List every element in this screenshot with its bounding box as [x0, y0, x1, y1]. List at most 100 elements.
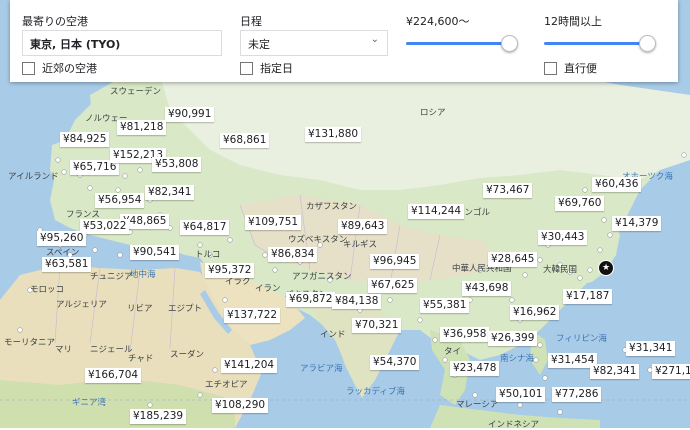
map-place-label: アフガニスタン: [292, 272, 352, 282]
destination-price-tag[interactable]: ¥84,925: [60, 132, 110, 147]
nonstop-label: 直行便: [564, 62, 597, 75]
destination-price-tag[interactable]: ¥82,341: [145, 185, 195, 200]
destination-price-tag[interactable]: ¥64,817: [180, 220, 230, 235]
map-place-label: スーダン: [170, 350, 205, 360]
price-slider[interactable]: [406, 35, 518, 52]
map-place-label: イラン: [255, 284, 281, 294]
map-place-label: チャド: [128, 354, 154, 364]
duration-slider-thumb[interactable]: [639, 35, 656, 52]
map-place-label: チュニジア: [90, 272, 133, 282]
destination-price-tag[interactable]: ¥141,204: [221, 358, 278, 373]
nonstop-option[interactable]: 直行便: [544, 60, 597, 76]
duration-label: 12時間以上: [544, 15, 602, 28]
destination-price-tag[interactable]: ¥53,808: [152, 157, 202, 172]
map-place-label: 大韓民国: [543, 265, 578, 275]
destination-price-tag[interactable]: ¥54,370: [370, 355, 420, 370]
map-place-label: スウェーデン: [110, 87, 162, 97]
destination-price-tag[interactable]: ¥43,698: [462, 281, 512, 296]
destination-price-tag[interactable]: ¥95,260: [37, 231, 87, 246]
destination-price-tag[interactable]: ¥82,341: [590, 364, 640, 379]
map-place-label: ギニア湾: [72, 398, 107, 408]
map-place-label: モロッコ: [30, 285, 65, 295]
nearby-airports-label: 近郊の空港: [42, 62, 97, 75]
destination-price-tag[interactable]: ¥166,704: [85, 368, 142, 383]
destination-price-tag[interactable]: ¥68,861: [220, 133, 270, 148]
map-place-label: インド: [320, 330, 346, 340]
dates-select[interactable]: 未定 ⌄: [240, 30, 388, 56]
destination-price-tag[interactable]: ¥53,022: [80, 219, 130, 234]
map-place-label: アイルランド: [8, 172, 59, 182]
map-place-label: エジプト: [168, 304, 203, 314]
destination-price-tag[interactable]: ¥63,581: [42, 257, 92, 272]
map-place-label: エチオピア: [205, 380, 248, 390]
destination-price-tag[interactable]: ¥31,341: [626, 341, 676, 356]
price-slider-track: [406, 42, 514, 45]
map-place-label: タイ: [444, 347, 462, 357]
dates-label: 日程: [240, 15, 262, 28]
home-airport-marker[interactable]: ★: [598, 260, 614, 276]
destination-price-tag[interactable]: ¥81,218: [117, 120, 167, 135]
map-place-label: ウズベキスタン: [288, 235, 348, 245]
map-place-label: キルギス: [343, 240, 378, 250]
specify-dates-checkbox[interactable]: [240, 61, 253, 75]
destination-price-tag[interactable]: ¥90,991: [165, 107, 215, 122]
map-place-label: フィリピン海: [556, 334, 607, 344]
destination-price-tag[interactable]: ¥16,962: [510, 305, 560, 320]
duration-slider[interactable]: [544, 35, 656, 52]
map-place-label: マリ: [55, 345, 73, 355]
destination-price-tag[interactable]: ¥30,443: [538, 230, 588, 245]
map-place-label: 地中海: [130, 270, 156, 280]
destination-price-tag[interactable]: ¥77,286: [552, 387, 602, 402]
destination-price-tag[interactable]: ¥90,541: [130, 245, 180, 260]
duration-slider-track: [544, 42, 652, 45]
map-place-label: 南シナ海: [500, 354, 535, 364]
destination-price-tag[interactable]: ¥185,239: [130, 409, 187, 424]
destination-price-tag[interactable]: ¥109,751: [245, 215, 302, 230]
map-place-label: ロシア: [420, 108, 446, 118]
price-slider-thumb[interactable]: [501, 35, 518, 52]
map-place-label: アラビア海: [300, 364, 343, 374]
destination-price-tag[interactable]: ¥96,945: [370, 254, 420, 269]
map-place-label: トルコ: [195, 250, 221, 260]
chevron-down-icon: ⌄: [370, 34, 379, 45]
map-place-label: ニジェール: [90, 345, 133, 355]
specify-dates-option[interactable]: 指定日: [240, 60, 293, 76]
destination-price-tag[interactable]: ¥50,101: [496, 387, 546, 402]
destination-price-tag[interactable]: ¥131,880: [305, 127, 362, 142]
map-place-label: リビア: [127, 304, 153, 314]
destination-price-tag[interactable]: ¥84,138: [332, 294, 382, 309]
destination-price-tag[interactable]: ¥36,958: [440, 327, 490, 342]
nearby-airports-checkbox[interactable]: [22, 61, 35, 75]
dates-value: 未定: [248, 38, 270, 51]
destination-price-tag[interactable]: ¥17,187: [563, 289, 613, 304]
destination-price-tag[interactable]: ¥67,625: [368, 278, 418, 293]
destination-price-tag[interactable]: ¥60,436: [592, 177, 642, 192]
destination-price-tag[interactable]: ¥70,321: [352, 318, 402, 333]
map-place-label: カザフスタン: [306, 202, 358, 212]
destination-price-tag[interactable]: ¥14,379: [612, 216, 662, 231]
price-label: ¥224,600〜: [406, 15, 470, 28]
star-icon: ★: [601, 263, 611, 273]
map-place-label: インドネシア: [488, 420, 540, 430]
destination-price-tag[interactable]: ¥95,372: [205, 263, 255, 278]
destination-price-tag[interactable]: ¥26,399: [488, 331, 538, 346]
destination-price-tag[interactable]: ¥89,643: [338, 219, 388, 234]
nonstop-checkbox[interactable]: [544, 61, 557, 75]
destination-price-tag[interactable]: ¥86,834: [268, 247, 318, 262]
destination-price-tag[interactable]: ¥108,290: [212, 398, 269, 413]
destination-price-tag[interactable]: ¥69,872: [286, 292, 336, 307]
map-place-label: アルジェリア: [56, 300, 107, 310]
nearby-airports-option[interactable]: 近郊の空港: [22, 60, 97, 76]
destination-price-tag[interactable]: ¥23,478: [450, 361, 500, 376]
destination-price-tag[interactable]: ¥28,645: [488, 252, 538, 267]
destination-price-tag[interactable]: ¥55,381: [420, 298, 470, 313]
destination-price-tag[interactable]: ¥69,760: [555, 196, 605, 211]
destination-price-tag[interactable]: ¥271,1: [652, 364, 690, 379]
destination-price-tag[interactable]: ¥137,722: [224, 308, 281, 323]
origin-input[interactable]: 東京, 日本 (TYO): [22, 30, 222, 56]
map-place-label: マレーシア: [456, 400, 499, 410]
destination-price-tag[interactable]: ¥56,954: [95, 193, 145, 208]
destination-price-tag[interactable]: ¥114,244: [408, 204, 465, 219]
destination-price-tag[interactable]: ¥73,467: [483, 183, 533, 198]
map-place-label: ラッカディブ海: [346, 387, 405, 397]
